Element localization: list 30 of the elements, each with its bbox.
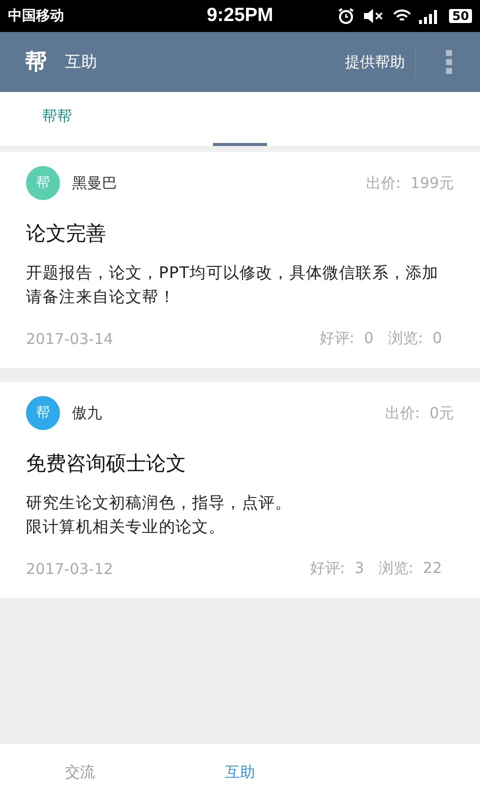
post-description: 限计算机相关专业的论文。 bbox=[26, 516, 226, 538]
post-description: 研究生论文初稿润色，指导，点评。 bbox=[26, 492, 293, 514]
wifi-icon bbox=[393, 9, 412, 23]
avatar: 帮 bbox=[26, 166, 60, 200]
mute-icon bbox=[363, 8, 386, 24]
post-title: 论文完善 bbox=[26, 220, 107, 247]
post-stats: 好评: 0 浏览: 0 bbox=[319, 329, 442, 348]
clock: 9:25PM bbox=[206, 5, 274, 27]
tab-indicator bbox=[213, 143, 267, 146]
post-date: 2017-03-12 bbox=[26, 560, 114, 578]
post-card[interactable]: 帮 傲九 出价: 0元 免费咨询硕士论文 研究生论文初稿润色，指导，点评。 限计算机相关专业的论文。 2017-03-12 好评: 3 浏览: 22 bbox=[0, 382, 480, 598]
nav-tab[interactable]: 互助 bbox=[160, 744, 320, 800]
battery-level: 50 bbox=[449, 9, 472, 23]
alarm-icon bbox=[337, 7, 356, 25]
price: 出价: 0元 bbox=[384, 404, 454, 422]
post-title: 免费咨询硕士论文 bbox=[26, 450, 187, 477]
avatar: 帮 bbox=[26, 396, 60, 430]
app-logo: 帮 bbox=[25, 49, 47, 77]
post-date: 2017-03-14 bbox=[26, 330, 114, 348]
page-title: 互助 bbox=[65, 52, 97, 72]
post-card[interactable]: 帮 黑曼巴 出价: 199元 论文完善 开题报告，论文，PPT均可以修改，具体微信联系，添加请备注来自论文帮！ 2017-03-14 好评: 0 浏览: 0 bbox=[0, 152, 480, 368]
user-name: 傲九 bbox=[72, 404, 102, 422]
nav-tab[interactable]: 交流 bbox=[0, 744, 160, 800]
user-name: 黑曼巴 bbox=[72, 174, 117, 192]
price: 出价: 199元 bbox=[366, 174, 454, 192]
offer-help-button[interactable]: 提供帮助 bbox=[335, 46, 416, 78]
carrier-name: 中国移动 bbox=[8, 7, 64, 25]
tab[interactable]: 帮帮 bbox=[0, 92, 72, 140]
post-description: 开题报告，论文，PPT均可以修改，具体微信联系，添加请备注来自论文帮！ bbox=[26, 262, 440, 308]
post-stats: 好评: 3 浏览: 22 bbox=[310, 559, 442, 578]
